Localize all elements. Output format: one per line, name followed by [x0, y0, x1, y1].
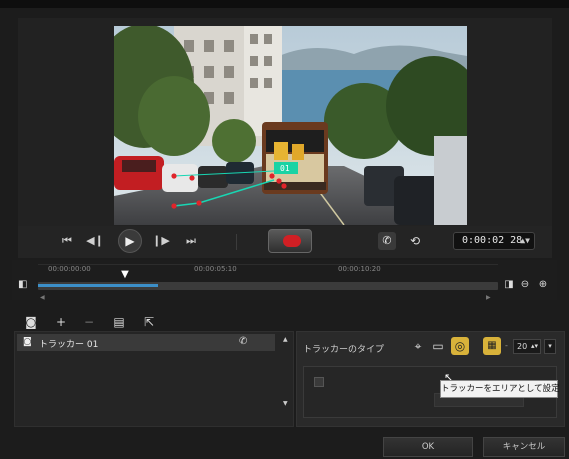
timeline-progress: [38, 284, 158, 287]
list-item[interactable]: ◙ トラッカー 01 ✆: [17, 334, 275, 351]
area-rect-icon[interactable]: ▭: [429, 337, 447, 355]
export-icon[interactable]: ⇱: [142, 315, 156, 329]
timecode-field[interactable]: 0:00:02 28 ▲▼: [453, 232, 535, 250]
tooltip: トラッカーをエリアとして設定: [440, 380, 560, 398]
area-circle-icon[interactable]: ◎: [451, 337, 469, 355]
play-button[interactable]: ▶: [118, 229, 142, 253]
tracker-box-label: 01: [280, 164, 290, 173]
history-icon[interactable]: ⟲: [406, 232, 424, 250]
dash-separator: -: [505, 341, 508, 350]
dialog-footer: OK キャンセル: [0, 431, 569, 459]
tracker-dialog: 01 ⏮ ◀❙ ▶ ❙▶ ⏭ ✆ ⟲ 0:00:02 28 ▲▼ ◧ 00:00…: [0, 0, 569, 459]
skip-to-start-icon[interactable]: ⏮: [58, 232, 76, 250]
preview-area: 01: [18, 18, 552, 226]
zoom-out-icon[interactable]: ⊖: [518, 279, 532, 291]
tracker-toolbar: ◙ + − ▤ ⇱: [14, 313, 292, 331]
video-frame: 01: [114, 26, 467, 225]
record-button[interactable]: [268, 229, 312, 253]
timeline: ◧ 00:00:00:00 00:00:05:10 00:00:10:20 ▼ …: [12, 260, 557, 301]
tracker-type-label: トラッカーのタイプ: [303, 345, 385, 355]
scroll-up-icon[interactable]: ▲: [283, 336, 288, 343]
tracker-label: トラッカー 01: [39, 340, 99, 350]
play-icon: ▶: [125, 234, 135, 248]
cancel-button[interactable]: キャンセル: [483, 437, 565, 457]
tracker-list: ◙ トラッカー 01 ✆ ▲ ▼: [14, 331, 294, 427]
rename-icon[interactable]: ▤: [112, 315, 126, 329]
title-strip: [0, 0, 569, 8]
record-icon: [283, 235, 301, 247]
size-dropdown[interactable]: ▾: [544, 339, 556, 354]
tracker-icon: ◙: [23, 337, 32, 347]
scroll-left-icon[interactable]: ◀: [40, 294, 45, 301]
timecode-value: 0:00:02 28: [462, 235, 523, 246]
mark-out-icon[interactable]: ◨: [502, 279, 516, 291]
step-back-icon[interactable]: ◀❙: [86, 232, 104, 250]
zoom-in-icon[interactable]: ⊕: [536, 279, 550, 291]
phone-icon[interactable]: ✆: [239, 336, 247, 347]
timeline-track[interactable]: [38, 282, 498, 290]
step-forward-icon[interactable]: ❙▶: [152, 232, 170, 250]
scroll-right-icon[interactable]: ▶: [486, 294, 491, 301]
scroll-down-icon[interactable]: ▼: [283, 400, 288, 407]
timeline-ruler[interactable]: 00:00:00:00 00:00:05:10 00:00:10:20: [38, 264, 498, 282]
ok-button[interactable]: OK: [383, 437, 473, 457]
size-value: 20: [517, 342, 528, 351]
crosshair-icon[interactable]: ⌖: [409, 337, 427, 355]
phone-icon[interactable]: ✆: [378, 232, 396, 250]
transport-bar: ⏮ ◀❙ ▶ ❙▶ ⏭ ✆ ⟲ 0:00:02 28 ▲▼: [18, 226, 552, 258]
ruler-tick: 00:00:10:20: [338, 265, 381, 273]
mark-in-icon[interactable]: ◧: [18, 279, 30, 291]
remove-icon[interactable]: −: [82, 315, 96, 329]
ruler-tick: 00:00:05:10: [194, 265, 237, 273]
add-icon[interactable]: +: [54, 315, 68, 329]
tracker-type-icon[interactable]: ◙: [24, 315, 38, 329]
playhead-marker[interactable]: ▼: [119, 270, 131, 280]
transport-separator: [236, 234, 237, 250]
skip-to-end-icon[interactable]: ⏭: [182, 232, 200, 250]
video-preview[interactable]: 01: [114, 26, 467, 225]
size-input[interactable]: 20 ▴▾: [513, 339, 541, 354]
timecode-spinner[interactable]: ▲▼: [520, 233, 530, 249]
mosaic-icon[interactable]: ▦: [483, 337, 501, 355]
tracker-properties: トラッカーのタイプ ⌖ ▭ ◎ ▦ - 20 ▴▾ ▾: [296, 331, 565, 427]
ruler-tick: 00:00:00:00: [48, 265, 91, 273]
size-spinner[interactable]: ▴▾: [531, 340, 538, 353]
option-checkbox[interactable]: [314, 377, 324, 387]
